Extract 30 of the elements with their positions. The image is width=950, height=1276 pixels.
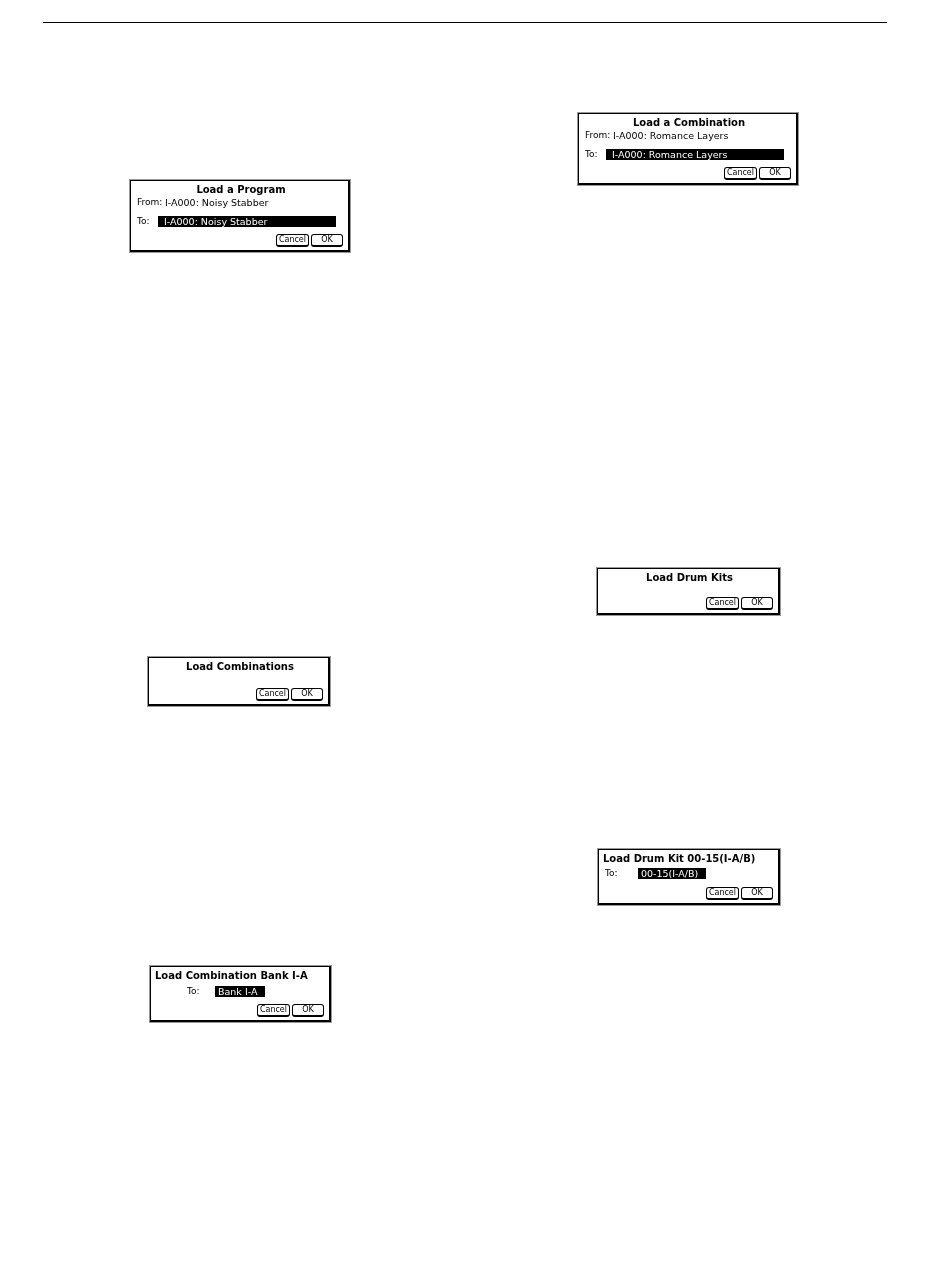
dialog-title: Load Drum Kit 00-15(I-A/B) xyxy=(603,852,757,865)
dialog-button[interactable]: OK xyxy=(311,234,343,247)
dialog-button[interactable]: OK xyxy=(292,1004,324,1017)
dialog-button[interactable]: Cancel xyxy=(705,597,739,610)
to-label: To: xyxy=(137,216,151,227)
from-label: From: xyxy=(585,130,612,141)
dialog-title: Load a Program xyxy=(195,183,287,196)
destination-field[interactable]: 00-15(I-A/B) xyxy=(638,868,707,879)
destination-field[interactable]: Bank I-A xyxy=(215,986,266,997)
dialog-title: Load Combination Bank I-A xyxy=(155,969,309,982)
dialog-button[interactable]: Cancel xyxy=(705,887,739,900)
dialog-button[interactable]: OK xyxy=(291,688,323,701)
dialog-title: Load Combinations xyxy=(185,660,295,673)
to-label: To: xyxy=(605,868,619,879)
dialog-button[interactable]: OK xyxy=(759,167,791,180)
dialog-button[interactable]: Cancel xyxy=(256,1004,290,1017)
dialog-title: Load a Combination xyxy=(631,116,747,129)
source-name: I-A000: Noisy Stabber xyxy=(165,197,269,208)
destination-field[interactable]: I-A000: Romance Layers xyxy=(606,149,784,160)
to-label: To: xyxy=(187,986,201,997)
destination-field[interactable]: I-A000: Noisy Stabber xyxy=(158,216,336,227)
dialog-button[interactable]: Cancel xyxy=(255,688,289,701)
from-label: From: xyxy=(137,197,164,208)
dialog-button[interactable]: Cancel xyxy=(723,167,757,180)
to-label: To: xyxy=(585,149,599,160)
dialog-button[interactable]: Cancel xyxy=(275,234,309,247)
dialog-button[interactable]: OK xyxy=(741,887,773,900)
dialog-button[interactable]: OK xyxy=(741,597,773,610)
dialog-title: Load Drum Kits xyxy=(645,571,734,584)
source-name: I-A000: Romance Layers xyxy=(613,130,729,141)
